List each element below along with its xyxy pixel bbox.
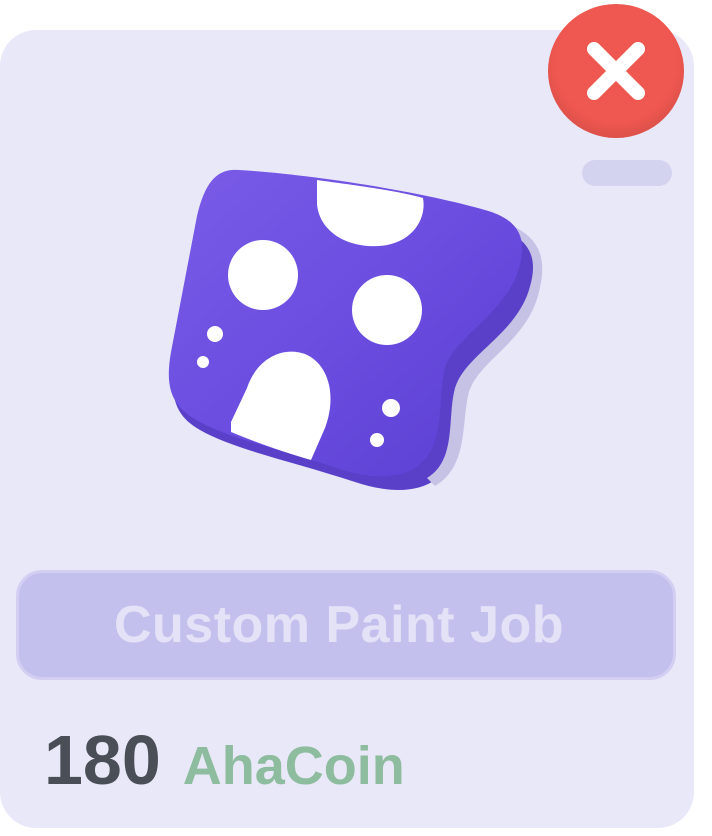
item-card: Custom Paint Job 180 AhaCoin — [0, 30, 694, 828]
close-button[interactable] — [548, 4, 684, 138]
custom-paint-job-icon — [165, 160, 555, 535]
price-row: 180 AhaCoin — [44, 720, 405, 800]
item-title: Custom Paint Job — [113, 596, 565, 654]
item-title-bar: Custom Paint Job — [16, 570, 676, 680]
close-button-shadow — [582, 160, 672, 186]
close-icon — [587, 42, 645, 100]
price-amount: 180 — [44, 721, 161, 799]
price-currency: AhaCoin — [182, 736, 405, 796]
